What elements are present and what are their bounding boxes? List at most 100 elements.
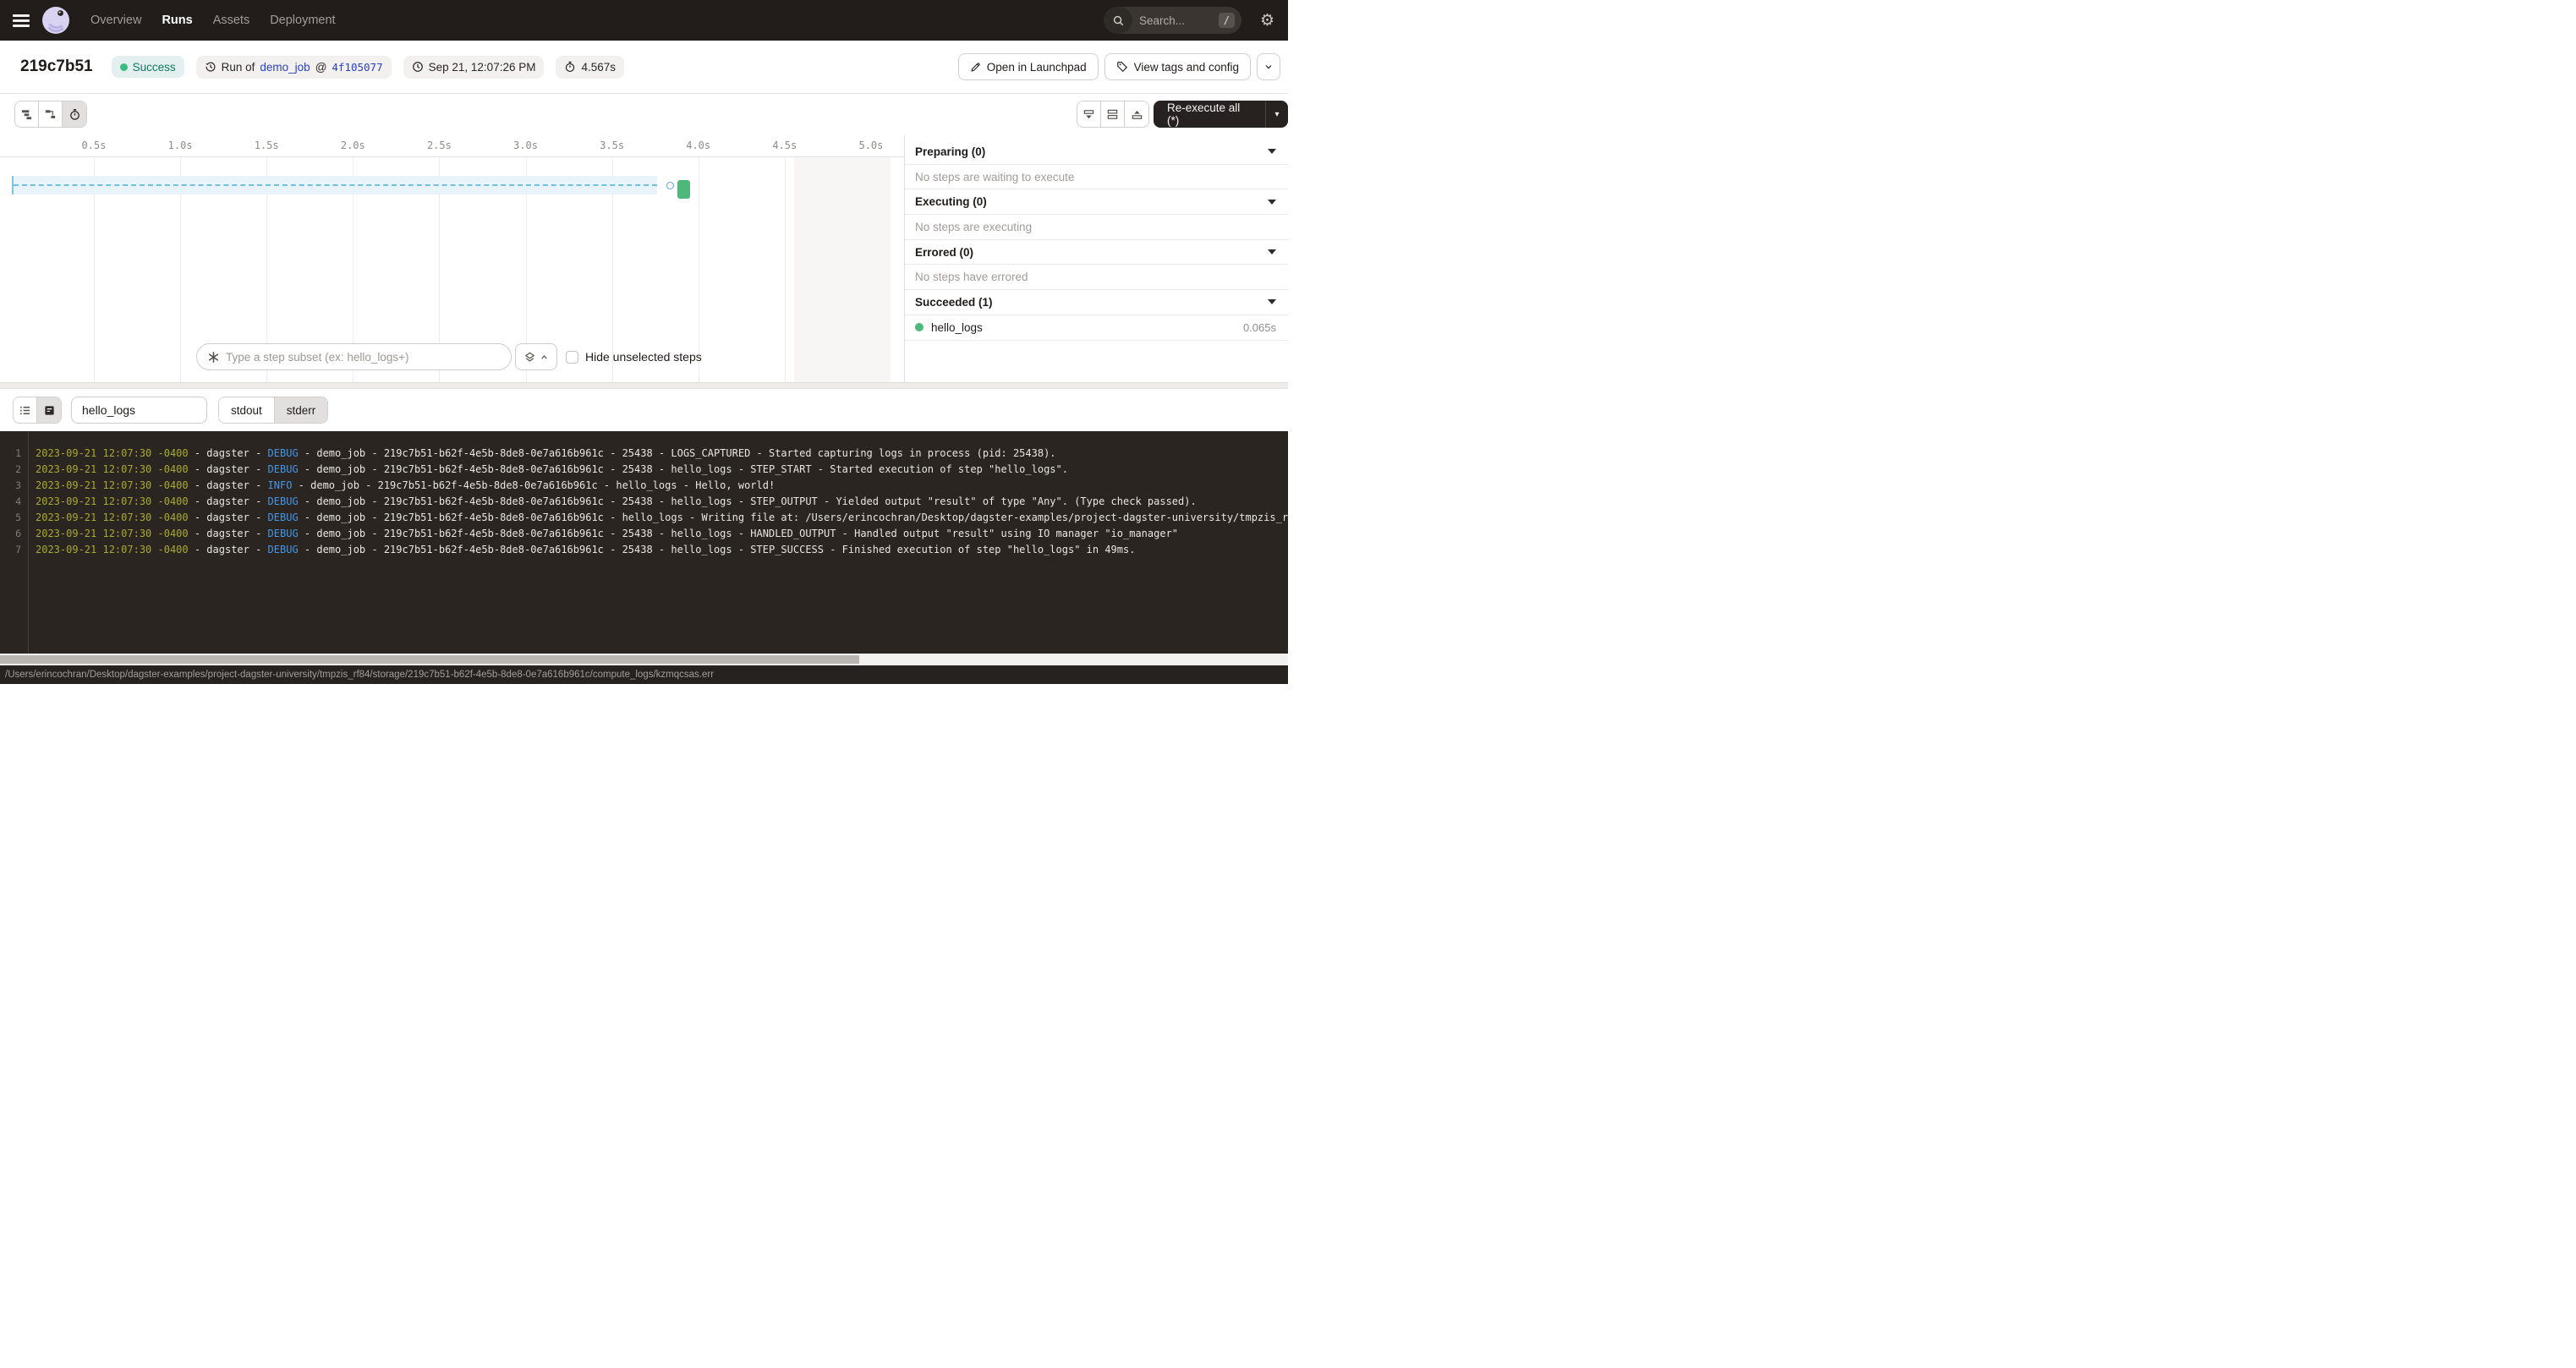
view-waterfall-button[interactable]: [39, 101, 63, 127]
nav-link-runs[interactable]: Runs: [162, 14, 192, 27]
re-execute-button[interactable]: Re-execute all (*) ▾: [1154, 101, 1288, 128]
log-line-number: 1: [0, 446, 28, 462]
log-line-number: 2: [0, 462, 28, 478]
waterfall-gantt-icon: [44, 108, 57, 121]
top-nav: Overview Runs Assets Deployment / ⚙: [0, 0, 1288, 41]
step-success-bar[interactable]: [677, 180, 690, 199]
start-time-tag: Sep 21, 12:07:26 PM: [403, 56, 545, 79]
gantt-plot-area: Hide unselected steps: [0, 157, 904, 382]
view-timed-button[interactable]: [63, 101, 86, 127]
gear-icon[interactable]: ⚙: [1260, 0, 1274, 41]
open-in-launchpad-button[interactable]: Open in Launchpad: [958, 53, 1099, 80]
log-line-text: 2023-09-21 12:07:30 -0400 - dagster - DE…: [28, 494, 1197, 510]
panel-collapse-up-icon: [1131, 108, 1143, 121]
horizontal-scrollbar[interactable]: [0, 654, 1288, 665]
raw-log-button[interactable]: [37, 397, 61, 423]
log-line-number: 7: [0, 542, 28, 558]
step-subset-box: [196, 343, 512, 370]
collapse-subset-button[interactable]: [515, 343, 557, 370]
log-lines: 12023-09-21 12:07:30 -0400 - dagster - D…: [0, 446, 1288, 558]
log-line: 42023-09-21 12:07:30 -0400 - dagster - D…: [0, 494, 1288, 510]
log-line-text: 2023-09-21 12:07:30 -0400 - dagster - IN…: [28, 478, 775, 494]
tab-stdout[interactable]: stdout: [219, 397, 275, 423]
search-icon: [1104, 7, 1132, 34]
panel-section-title: Errored (0): [915, 246, 1268, 259]
nav-link-deployment[interactable]: Deployment: [270, 14, 335, 27]
commit-link[interactable]: 4f105077: [332, 61, 382, 74]
more-actions-button[interactable]: [1257, 53, 1280, 80]
time-axis: 0.5s1.0s1.5s2.0s2.5s3.0s3.5s4.0s4.5s5.0s: [0, 135, 904, 157]
collapse-top-button[interactable]: [1125, 101, 1148, 127]
axis-tick: 3.5s: [594, 140, 631, 151]
panel-section-header[interactable]: Errored (0): [905, 240, 1288, 265]
panel-collapse-down-icon: [1082, 108, 1095, 121]
view-tags-config-button[interactable]: View tags and config: [1104, 53, 1251, 80]
nav-link-overview[interactable]: Overview: [90, 14, 141, 27]
dagster-run-page: Overview Runs Assets Deployment / ⚙ 219c7b5…: [0, 0, 1288, 684]
page-title: 219c7b51: [20, 57, 93, 76]
log-filter-input[interactable]: [71, 397, 207, 424]
nav-link-assets[interactable]: Assets: [213, 14, 250, 27]
gantt-view-mode-group: [14, 101, 87, 128]
axis-tick: 0.5s: [75, 140, 112, 151]
status-dot-icon: [120, 63, 128, 71]
stream-tabs: stdout stderr: [218, 397, 328, 424]
collapse-bottom-button[interactable]: [1077, 101, 1101, 127]
hamburger-menu-icon[interactable]: [13, 14, 30, 27]
view-flat-button[interactable]: [15, 101, 39, 127]
stopwatch-mode-icon: [69, 108, 81, 121]
nav-links: Overview Runs Assets Deployment: [90, 14, 336, 27]
log-line: 52023-09-21 12:07:30 -0400 - dagster - D…: [0, 510, 1288, 526]
axis-tick: 1.0s: [162, 140, 199, 151]
search-input[interactable]: [1132, 14, 1219, 27]
header-actions: Open in Launchpad View tags and config: [958, 53, 1280, 80]
panel-section-header[interactable]: Succeeded (1): [905, 290, 1288, 315]
caret-up-icon: [540, 353, 549, 362]
step-start-marker-icon: [666, 182, 674, 189]
clock-icon: [412, 61, 424, 73]
scrollbar-thumb[interactable]: [0, 655, 859, 664]
axis-tick: 5.0s: [852, 140, 890, 151]
at-separator: @: [315, 61, 327, 74]
op-selector-icon: [207, 351, 220, 364]
panel-section-title: Succeeded (1): [915, 296, 1268, 309]
chevron-down-icon: [1263, 62, 1274, 72]
resize-handle[interactable]: [0, 382, 1288, 389]
panel-section-header[interactable]: Preparing (0): [905, 140, 1288, 165]
console-doc-icon: [43, 404, 56, 417]
step-waiting-bar: [12, 176, 657, 194]
panel-section-title: Executing (0): [915, 195, 1268, 208]
hide-unselected-checkbox[interactable]: [566, 351, 578, 364]
step-row[interactable]: hello_logs0.065s: [905, 315, 1288, 341]
panel-section-header[interactable]: Executing (0): [905, 189, 1288, 215]
axis-tick: 3.0s: [507, 140, 545, 151]
log-line: 12023-09-21 12:07:30 -0400 - dagster - D…: [0, 446, 1288, 462]
chevron-down-icon: [1268, 249, 1276, 254]
job-link[interactable]: demo_job: [260, 61, 310, 74]
axis-tick: 2.0s: [334, 140, 371, 151]
hide-unselected-label: Hide unselected steps: [585, 350, 702, 364]
chevron-down-icon: [1268, 299, 1276, 304]
history-icon: [205, 61, 216, 73]
gantt-toolbar: Hide not started steps Re-execute all (*…: [0, 94, 1288, 135]
list-icon: [19, 404, 31, 417]
log-output[interactable]: 12023-09-21 12:07:30 -0400 - dagster - D…: [0, 431, 1288, 654]
search-box[interactable]: /: [1104, 7, 1241, 34]
axis-tick: 1.5s: [248, 140, 285, 151]
split-panels-button[interactable]: [1101, 101, 1125, 127]
log-line-text: 2023-09-21 12:07:30 -0400 - dagster - DE…: [28, 446, 1056, 462]
log-timestamp: 2023-09-21 12:07:30 -0400: [36, 544, 189, 555]
gridline: [785, 157, 786, 382]
log-view-mode-group: [13, 397, 62, 424]
log-line: 62023-09-21 12:07:30 -0400 - dagster - D…: [0, 526, 1288, 542]
duration: 4.567s: [581, 61, 616, 74]
start-time: Sep 21, 12:07:26 PM: [429, 61, 536, 74]
step-subset-input[interactable]: [226, 351, 501, 364]
tab-stderr[interactable]: stderr: [275, 397, 328, 423]
dagster-logo-icon[interactable]: [41, 6, 70, 35]
structured-log-button[interactable]: [14, 397, 37, 423]
log-timestamp: 2023-09-21 12:07:30 -0400: [36, 463, 189, 475]
log-timestamp: 2023-09-21 12:07:30 -0400: [36, 512, 189, 523]
re-execute-caret-icon[interactable]: ▾: [1265, 101, 1288, 128]
panel-layout-group: [1077, 101, 1149, 128]
